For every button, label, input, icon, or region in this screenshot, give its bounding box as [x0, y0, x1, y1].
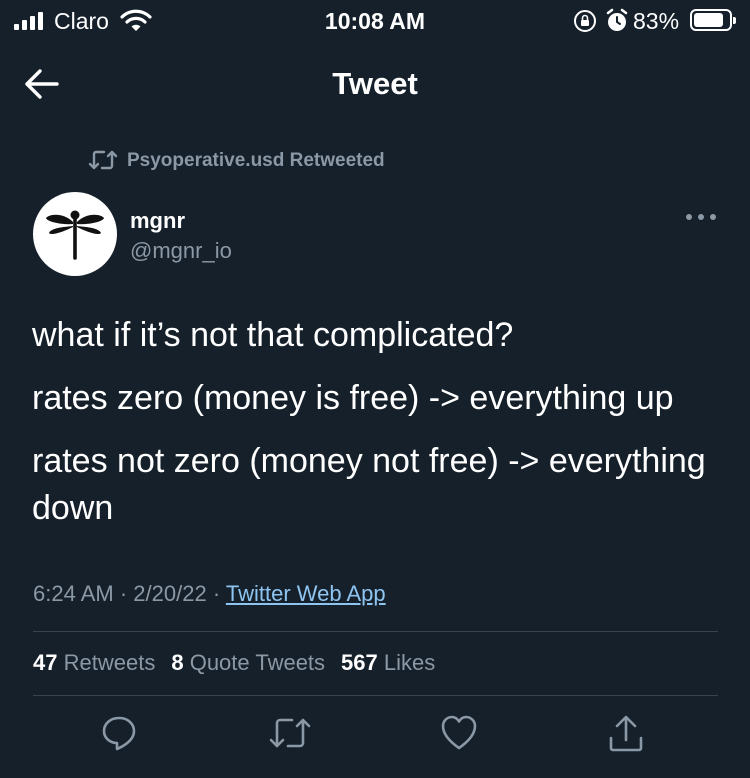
likes-stat[interactable]: 567 Likes — [341, 650, 435, 676]
avatar[interactable] — [33, 192, 117, 276]
battery-percentage: 83% — [633, 8, 680, 34]
quote-tweets-stat[interactable]: 8 Quote Tweets — [171, 650, 325, 676]
tweet-metadata: 6:24 AM · 2/20/22 · Twitter Web App — [33, 581, 386, 607]
likes-label: Likes — [383, 650, 436, 675]
more-options-button[interactable] — [684, 207, 718, 232]
retweets-label: Retweets — [63, 650, 156, 675]
more-horizontal-icon — [686, 214, 716, 220]
share-button[interactable] — [607, 714, 645, 759]
quotes-label: Quote Tweets — [189, 650, 326, 675]
retweeted-by-link[interactable]: Psyoperative.usd Retweeted — [127, 150, 385, 172]
separator: · — [119, 581, 128, 606]
quotes-count: 8 — [171, 650, 184, 675]
alarm-icon — [605, 8, 629, 40]
page-title: Tweet — [332, 66, 418, 101]
tweet-source-link[interactable]: Twitter Web App — [226, 581, 386, 606]
author-name[interactable]: mgnr — [130, 208, 185, 234]
tweet-time: 6:24 AM — [33, 581, 114, 606]
retweets-count: 47 — [33, 650, 58, 675]
share-icon — [609, 715, 643, 752]
retweets-stat[interactable]: 47 Retweets — [33, 650, 155, 676]
retweet-button[interactable] — [268, 714, 312, 757]
dragonfly-icon — [46, 210, 104, 260]
tweet-text: what if it’s not that complicated? rates… — [32, 312, 722, 548]
tweet-paragraph: rates zero (money is free) -> everything… — [32, 379, 674, 417]
retweet-context-icon — [88, 148, 118, 177]
retweet-icon — [269, 718, 311, 748]
battery-icon — [690, 9, 736, 31]
tweet-paragraph: what if it’s not that complicated? — [32, 316, 514, 354]
like-button[interactable] — [440, 714, 478, 757]
author-handle[interactable]: @mgnr_io — [130, 238, 232, 264]
tweet-date: 2/20/22 — [133, 581, 207, 606]
separator: · — [212, 581, 221, 606]
divider — [33, 695, 718, 696]
tweet-stats: 47 Retweets 8 Quote Tweets 567 Likes — [33, 650, 435, 676]
reply-button[interactable] — [100, 714, 138, 757]
orientation-lock-icon — [573, 9, 597, 39]
tweet-paragraph: rates not zero (money not free) -> every… — [32, 442, 706, 527]
status-bar: Claro 10:08 AM 83% — [0, 0, 750, 42]
divider — [33, 631, 718, 632]
heart-icon — [441, 715, 477, 750]
reply-icon — [102, 716, 136, 751]
likes-count: 567 — [341, 650, 378, 675]
